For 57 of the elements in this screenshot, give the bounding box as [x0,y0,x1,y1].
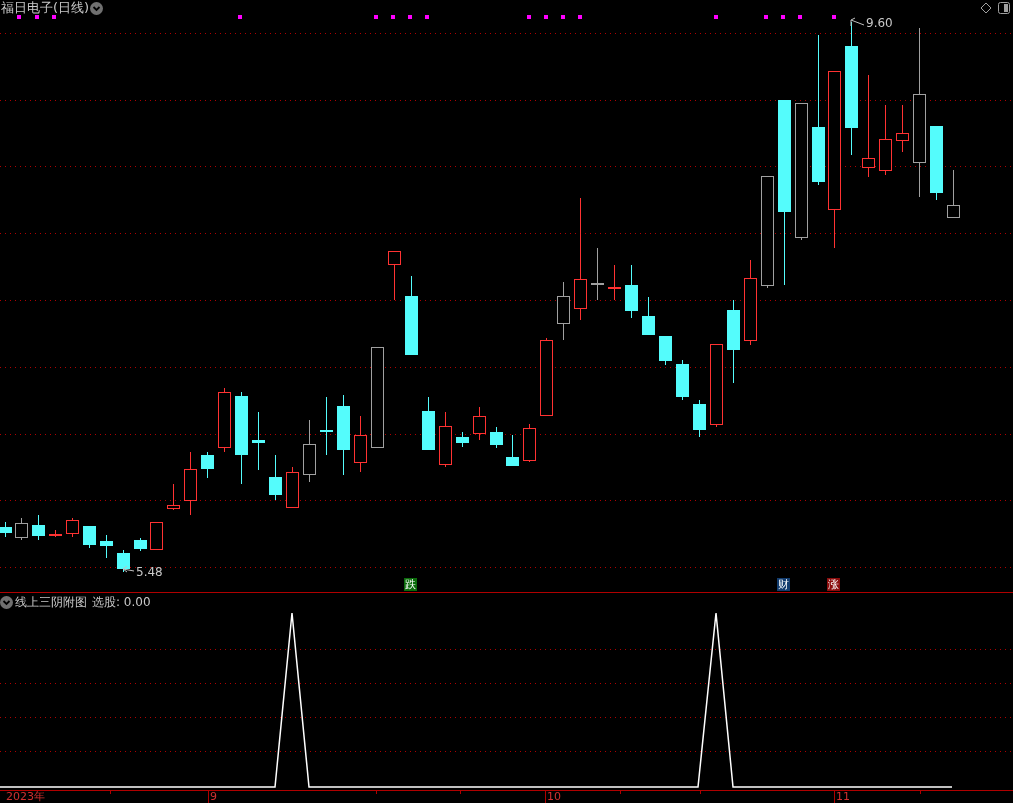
candlestick [388,250,401,301]
candlestick [439,411,452,468]
candlestick [422,396,435,451]
indicator-title: 线上三阴附图 [15,594,87,610]
indicator-reading: 选股: 0.00 [92,594,151,610]
candlestick [252,411,265,471]
candlestick [218,387,231,453]
candlestick [32,514,45,541]
candlestick [456,431,469,448]
signal-tag: 财 [777,578,790,591]
chart-title: 福日电子(日线) [1,0,90,16]
candlestick [625,264,638,319]
candlestick [49,529,62,538]
candlestick [15,517,28,541]
candlestick [320,396,333,456]
candlestick [150,521,163,550]
candlestick [947,169,960,218]
candlestick [693,399,706,438]
candlestick [608,264,621,301]
chevron-down-icon[interactable] [0,596,13,609]
candlestick [642,296,655,336]
candlestick [134,537,147,552]
candlestick [591,247,604,301]
chevron-down-icon[interactable] [90,2,103,15]
candlestick [506,434,519,467]
candlestick [201,451,214,479]
diamond-icon[interactable] [980,2,992,14]
low-price-label: 5.48 [136,565,163,579]
candlestick [354,415,367,473]
candlestick [100,534,113,559]
leader-line [850,17,865,27]
signal-tag: 跌 [404,578,417,591]
candlestick [117,549,130,573]
signal-tag: 涨 [827,578,840,591]
candlestick [523,423,536,463]
candlestick [184,451,197,516]
axis-label: 2023年 [6,791,45,803]
candlestick [879,104,892,176]
high-price-label: 9.60 [866,16,893,30]
axis-label: 9 [210,791,217,803]
candlestick [896,104,909,153]
candlestick [557,281,570,341]
candlestick [83,525,96,549]
panel-toggle-icon[interactable] [998,2,1010,14]
candlestick [303,419,316,483]
candlestick [490,426,503,449]
candlestick [659,335,672,366]
candlestick [167,483,180,511]
axis-label: 10 [547,791,561,803]
candlestick [286,466,299,508]
candlestick [676,359,689,401]
candlestick [269,454,282,501]
candlestick [66,517,79,538]
leader-line [122,565,135,573]
axis-label: 11 [836,791,850,803]
candlestick [0,521,12,538]
candlestick [473,406,486,441]
